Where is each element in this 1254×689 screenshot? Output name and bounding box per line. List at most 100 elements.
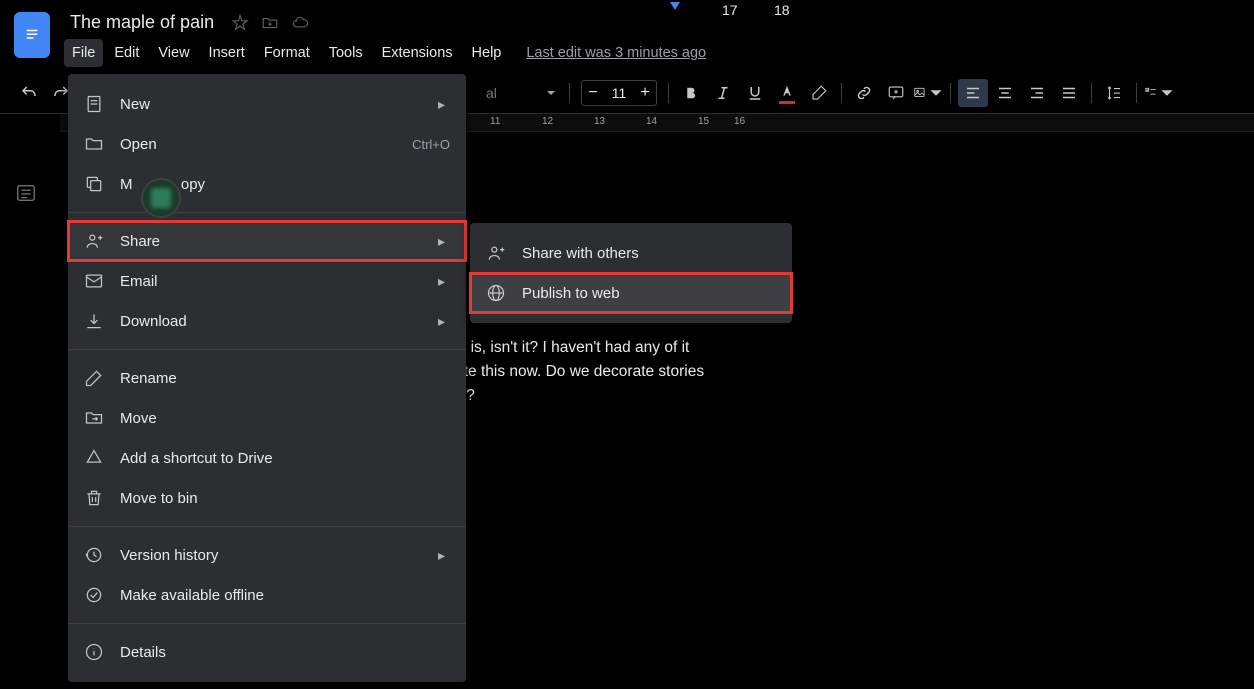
font-size-decrease[interactable]: − [582, 81, 604, 105]
underline-button[interactable] [740, 79, 770, 107]
menu-insert[interactable]: Insert [201, 39, 253, 67]
file-menu-email[interactable]: Email ▸ [68, 261, 466, 301]
insert-link-button[interactable] [849, 79, 879, 107]
separator [841, 83, 842, 103]
submenu-arrow-icon: ▸ [438, 313, 450, 330]
ruler-tick: 11 [490, 116, 500, 127]
menu-view[interactable]: View [150, 39, 197, 67]
keyboard-shortcut: Ctrl+O [412, 137, 450, 152]
menu-label: Email [120, 273, 422, 290]
menu-file[interactable]: File [64, 39, 103, 67]
menu-separator [68, 623, 466, 624]
submenu-arrow-icon: ▸ [438, 96, 450, 113]
ruler-tick: 13 [594, 116, 605, 127]
highlight-button[interactable] [804, 79, 834, 107]
file-menu-move[interactable]: Move [68, 398, 466, 438]
file-menu-open[interactable]: Open Ctrl+O [68, 124, 466, 164]
offline-icon [84, 585, 104, 605]
add-comment-button[interactable] [881, 79, 911, 107]
share-person-icon [486, 243, 506, 263]
left-sidebar [0, 140, 56, 208]
line-spacing-button[interactable] [1099, 79, 1129, 107]
separator [1136, 83, 1137, 103]
download-icon [84, 311, 104, 331]
insert-image-button[interactable] [913, 79, 943, 107]
pencil-icon [84, 368, 104, 388]
separator [668, 83, 669, 103]
align-left-button[interactable] [958, 79, 988, 107]
file-menu-make-copy[interactable]: Make a copy [68, 164, 466, 204]
file-menu-rename[interactable]: Rename [68, 358, 466, 398]
menu-tools[interactable]: Tools [321, 39, 371, 67]
menu-format[interactable]: Format [256, 39, 318, 67]
ruler-tick: 16 [734, 116, 745, 127]
move-to-folder-icon[interactable] [260, 13, 280, 33]
text-color-button[interactable] [772, 79, 802, 107]
ruler-tick: 14 [646, 116, 657, 127]
drive-shortcut-icon [84, 448, 104, 468]
menu-label: Add a shortcut to Drive [120, 450, 450, 467]
checklist-button[interactable] [1144, 79, 1174, 107]
file-menu-download[interactable]: Download ▸ [68, 301, 466, 341]
font-size-group: − + [581, 80, 657, 106]
document-outline-icon[interactable] [15, 182, 41, 208]
submenu-share-with-others[interactable]: Share with others [470, 233, 792, 273]
align-right-button[interactable] [1022, 79, 1052, 107]
menu-separator [68, 526, 466, 527]
menu-label: Details [120, 644, 450, 661]
align-center-button[interactable] [990, 79, 1020, 107]
undo-button[interactable] [14, 79, 44, 107]
file-menu-details[interactable]: Details [68, 632, 466, 672]
menu-label: Make available offline [120, 587, 450, 604]
folder-icon [84, 134, 104, 154]
folder-move-icon [84, 408, 104, 428]
copy-icon [84, 174, 104, 194]
menu-label: Version history [120, 547, 422, 564]
last-edit-link[interactable]: Last edit was 3 minutes ago [526, 39, 706, 67]
collaborator-avatar[interactable] [141, 178, 181, 218]
file-menu-dropdown: New ▸ Open Ctrl+O Make a copy Share ▸ Em… [68, 74, 466, 682]
ruler-tick: 17 [722, 2, 738, 18]
submenu-arrow-icon: ▸ [438, 547, 450, 564]
menu-label: Publish to web [522, 285, 620, 302]
menu-bar: File Edit View Insert Format Tools Exten… [64, 37, 1240, 67]
separator [1091, 83, 1092, 103]
document-title[interactable]: The maple of pain [64, 10, 220, 35]
paragraph-style-select[interactable]: al [480, 80, 562, 106]
docs-logo[interactable] [14, 12, 50, 58]
info-icon [84, 642, 104, 662]
history-icon [84, 545, 104, 565]
separator [569, 83, 570, 103]
app-header: The maple of pain File Edit View Insert … [0, 0, 1254, 67]
menu-help[interactable]: Help [464, 39, 510, 67]
separator [950, 83, 951, 103]
menu-edit[interactable]: Edit [106, 39, 147, 67]
font-size-input[interactable] [604, 81, 634, 105]
file-menu-share[interactable]: Share ▸ [68, 221, 466, 261]
menu-label: Share [120, 233, 422, 250]
submenu-publish-to-web[interactable]: Publish to web [470, 273, 792, 313]
bold-button[interactable] [676, 79, 706, 107]
italic-button[interactable] [708, 79, 738, 107]
file-menu-version-history[interactable]: Version history ▸ [68, 535, 466, 575]
submenu-arrow-icon: ▸ [438, 273, 450, 290]
ruler-tick: 12 [542, 116, 553, 127]
menu-label: Move [120, 410, 450, 427]
file-menu-add-shortcut[interactable]: Add a shortcut to Drive [68, 438, 466, 478]
ruler-tick: 18 [774, 2, 790, 18]
align-justify-button[interactable] [1054, 79, 1084, 107]
menu-separator [68, 349, 466, 350]
menu-label: Rename [120, 370, 450, 387]
font-size-increase[interactable]: + [634, 81, 656, 105]
star-icon[interactable] [230, 13, 250, 33]
menu-extensions[interactable]: Extensions [374, 39, 461, 67]
trash-icon [84, 488, 104, 508]
share-submenu: Share with others Publish to web [470, 223, 792, 323]
file-menu-new[interactable]: New ▸ [68, 84, 466, 124]
ruler-indent-marker[interactable] [670, 2, 680, 10]
email-icon [84, 271, 104, 291]
submenu-arrow-icon: ▸ [438, 233, 450, 250]
cloud-status-icon[interactable] [290, 13, 310, 33]
file-menu-offline[interactable]: Make available offline [68, 575, 466, 615]
file-menu-move-to-bin[interactable]: Move to bin [68, 478, 466, 518]
